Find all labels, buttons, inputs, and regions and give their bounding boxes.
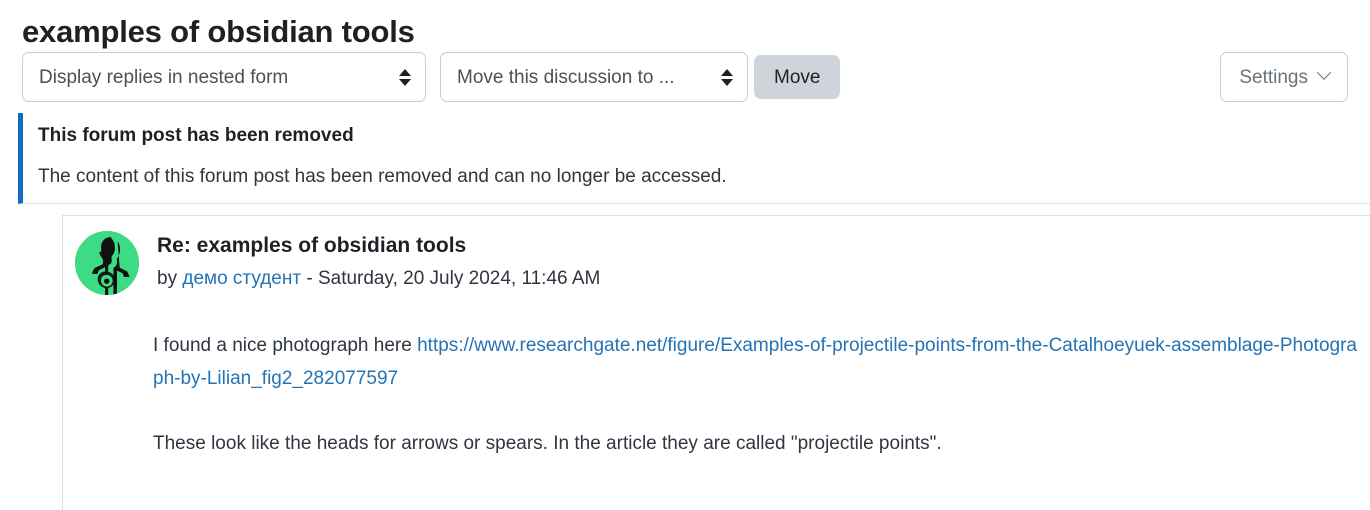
chevron-down-icon xyxy=(1316,65,1332,80)
alert-message: The content of this forum post has been … xyxy=(38,166,727,187)
post-paragraph-1: I found a nice photograph here https://w… xyxy=(153,329,1363,395)
updown-arrows-icon xyxy=(399,68,411,86)
post-byline: by демо студент - Saturday, 20 July 2024… xyxy=(157,265,600,293)
forum-discussion-page: examples of obsidian tools Display repli… xyxy=(0,0,1370,510)
post-author-link[interactable]: демо студент xyxy=(182,268,301,289)
paragraph-1-text: I found a nice photograph here xyxy=(153,335,418,356)
byline-prefix: by xyxy=(157,268,178,289)
page-title: examples of obsidian tools xyxy=(22,13,415,49)
move-discussion-select[interactable]: Move this discussion to ... xyxy=(440,52,748,102)
discussion-toolbar: Display replies in nested form Move this… xyxy=(22,52,1348,102)
post-subject: Re: examples of obsidian tools xyxy=(157,234,467,257)
post-paragraph-2: These look like the heads for arrows or … xyxy=(153,433,942,454)
post-meta: Re: examples of obsidian tools by демо с… xyxy=(157,231,600,293)
move-discussion-select-value: Move this discussion to ... xyxy=(457,66,675,88)
display-mode-select[interactable]: Display replies in nested form xyxy=(22,52,426,102)
move-button[interactable]: Move xyxy=(754,55,841,99)
post-removed-alert: This forum post has been removed The con… xyxy=(18,113,1370,204)
alert-title: This forum post has been removed xyxy=(38,125,354,146)
forum-post: Re: examples of obsidian tools by демо с… xyxy=(62,215,1370,510)
post-body: I found a nice photograph here https://w… xyxy=(153,329,1363,460)
post-header: Re: examples of obsidian tools by демо с… xyxy=(75,231,600,295)
display-mode-select-value: Display replies in nested form xyxy=(39,66,289,88)
byline-separator: - xyxy=(306,268,313,289)
avatar[interactable] xyxy=(75,231,139,295)
post-timestamp: Saturday, 20 July 2024, 11:46 AM xyxy=(317,268,601,289)
settings-button[interactable]: Settings xyxy=(1220,52,1348,102)
settings-button-label: Settings xyxy=(1239,66,1308,88)
updown-arrows-icon xyxy=(721,68,733,86)
